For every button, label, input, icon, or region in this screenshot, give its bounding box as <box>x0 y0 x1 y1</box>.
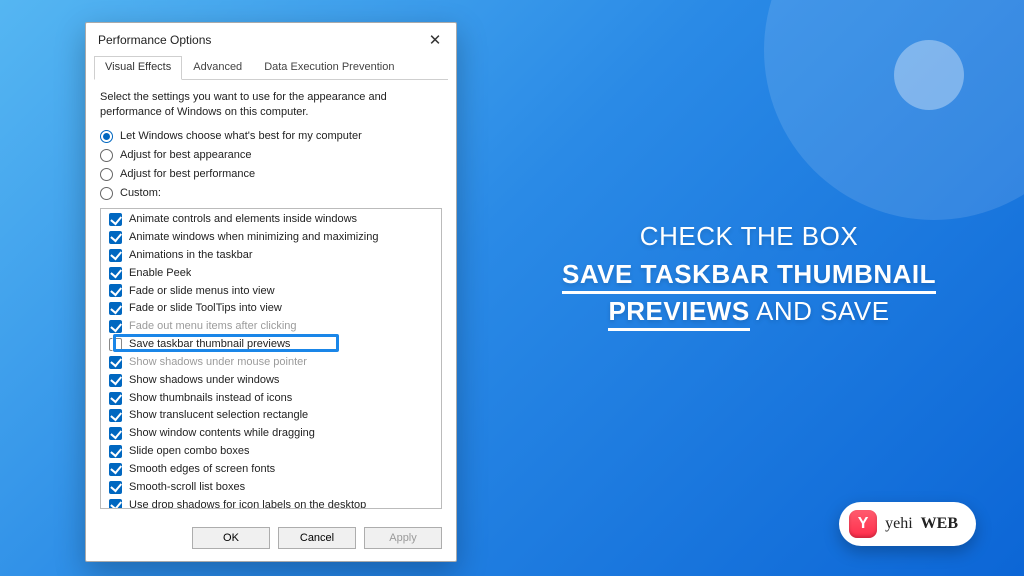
option-row[interactable]: Animate controls and elements inside win… <box>101 211 441 229</box>
checkbox-checked-icon <box>109 284 122 297</box>
radio-label: Let Windows choose what's best for my co… <box>120 130 362 142</box>
checkbox-checked-icon <box>109 267 122 280</box>
cancel-button[interactable]: Cancel <box>278 527 356 549</box>
checkbox-checked-icon <box>109 427 122 440</box>
option-row[interactable]: Fade or slide menus into view <box>101 282 441 300</box>
tab-row: Visual EffectsAdvancedData Execution Pre… <box>94 55 448 80</box>
option-label: Smooth edges of screen fonts <box>129 462 275 477</box>
checkbox-checked-icon <box>109 392 122 405</box>
option-label: Fade out menu items after clicking <box>129 319 297 334</box>
apply-button[interactable]: Apply <box>364 527 442 549</box>
checkbox-unchecked-icon <box>109 338 122 351</box>
titlebar: Performance Options ✕ <box>86 23 456 55</box>
headline-intro: CHECK THE BOX <box>640 221 858 251</box>
option-label: Show shadows under windows <box>129 373 279 388</box>
option-label: Animate windows when minimizing and maxi… <box>129 230 378 245</box>
option-row[interactable]: Enable Peek <box>101 264 441 282</box>
bg-decor-circle-small <box>894 40 964 110</box>
option-row[interactable]: Fade or slide ToolTips into view <box>101 300 441 318</box>
radio-label: Adjust for best performance <box>120 168 255 180</box>
headline-emphasis-1: SAVE TASKBAR THUMBNAIL <box>562 259 936 294</box>
radio-option-0[interactable]: Let Windows choose what's best for my co… <box>100 130 442 143</box>
option-label: Save taskbar thumbnail previews <box>129 337 290 352</box>
bg-decor-circle-large <box>764 0 1024 220</box>
checkbox-checked-icon <box>109 481 122 494</box>
option-label: Slide open combo boxes <box>129 444 249 459</box>
option-row[interactable]: Smooth-scroll list boxes <box>101 478 441 496</box>
brand-name-part2: WEB <box>921 515 958 533</box>
option-row[interactable]: Animations in the taskbar <box>101 246 441 264</box>
dialog-button-row: OK Cancel Apply <box>86 517 456 561</box>
tab-data-execution-prevention[interactable]: Data Execution Prevention <box>253 56 405 80</box>
radio-option-1[interactable]: Adjust for best appearance <box>100 149 442 162</box>
close-button[interactable]: ✕ <box>424 29 446 51</box>
close-icon: ✕ <box>429 31 442 49</box>
checkbox-checked-icon <box>109 409 122 422</box>
tab-advanced[interactable]: Advanced <box>182 56 253 80</box>
radio-option-3[interactable]: Custom: <box>100 187 442 200</box>
option-label: Fade or slide ToolTips into view <box>129 301 282 316</box>
description-text: Select the settings you want to use for … <box>100 90 442 120</box>
option-label: Fade or slide menus into view <box>129 284 275 299</box>
option-row[interactable]: Show translucent selection rectangle <box>101 407 441 425</box>
checkbox-checked-icon <box>109 249 122 262</box>
option-row[interactable]: Show shadows under windows <box>101 371 441 389</box>
option-row[interactable]: Save taskbar thumbnail previews <box>101 336 441 354</box>
radio-icon <box>100 168 113 181</box>
checkbox-checked-icon <box>109 463 122 476</box>
checkbox-checked-icon <box>109 356 122 369</box>
option-label: Enable Peek <box>129 266 191 281</box>
radio-label: Adjust for best appearance <box>120 149 251 161</box>
brand-badge: Y yehi WEB <box>839 502 976 546</box>
checkbox-checked-icon <box>109 499 122 509</box>
option-label: Show window contents while dragging <box>129 426 315 441</box>
radio-icon <box>100 187 113 200</box>
checkbox-checked-icon <box>109 231 122 244</box>
option-row[interactable]: Animate windows when minimizing and maxi… <box>101 229 441 247</box>
option-label: Show thumbnails instead of icons <box>129 391 292 406</box>
option-row[interactable]: Fade out menu items after clicking <box>101 318 441 336</box>
tab-content: Select the settings you want to use for … <box>86 80 456 517</box>
option-row[interactable]: Smooth edges of screen fonts <box>101 461 441 479</box>
option-label: Smooth-scroll list boxes <box>129 480 245 495</box>
option-label: Animations in the taskbar <box>129 248 253 263</box>
mode-radio-group: Let Windows choose what's best for my co… <box>100 130 442 200</box>
page-background: Performance Options ✕ Visual EffectsAdva… <box>0 0 1024 576</box>
radio-icon <box>100 149 113 162</box>
instruction-headline: CHECK THE BOX SAVE TASKBAR THUMBNAIL PRE… <box>534 218 964 331</box>
ok-button[interactable]: OK <box>192 527 270 549</box>
visual-effects-list[interactable]: Animate controls and elements inside win… <box>100 208 442 509</box>
option-row[interactable]: Show thumbnails instead of icons <box>101 389 441 407</box>
option-row[interactable]: Show window contents while dragging <box>101 425 441 443</box>
window-title: Performance Options <box>98 33 211 47</box>
performance-options-window: Performance Options ✕ Visual EffectsAdva… <box>85 22 457 562</box>
option-label: Use drop shadows for icon labels on the … <box>129 498 366 509</box>
option-label: Show shadows under mouse pointer <box>129 355 307 370</box>
brand-logo-icon: Y <box>849 510 877 538</box>
radio-icon <box>100 130 113 143</box>
headline-tail: AND SAVE <box>750 296 890 326</box>
option-label: Animate controls and elements inside win… <box>129 212 357 227</box>
checkbox-checked-icon <box>109 302 122 315</box>
option-row[interactable]: Slide open combo boxes <box>101 443 441 461</box>
radio-label: Custom: <box>120 187 161 199</box>
brand-name-part1: yehi <box>885 515 913 533</box>
tab-visual-effects[interactable]: Visual Effects <box>94 56 182 80</box>
checkbox-checked-icon <box>109 445 122 458</box>
option-row[interactable]: Show shadows under mouse pointer <box>101 353 441 371</box>
checkbox-checked-icon <box>109 213 122 226</box>
option-row[interactable]: Use drop shadows for icon labels on the … <box>101 496 441 509</box>
checkbox-checked-icon <box>109 374 122 387</box>
headline-emphasis-2: PREVIEWS <box>608 296 749 331</box>
option-label: Show translucent selection rectangle <box>129 408 308 423</box>
radio-option-2[interactable]: Adjust for best performance <box>100 168 442 181</box>
checkbox-checked-icon <box>109 320 122 333</box>
